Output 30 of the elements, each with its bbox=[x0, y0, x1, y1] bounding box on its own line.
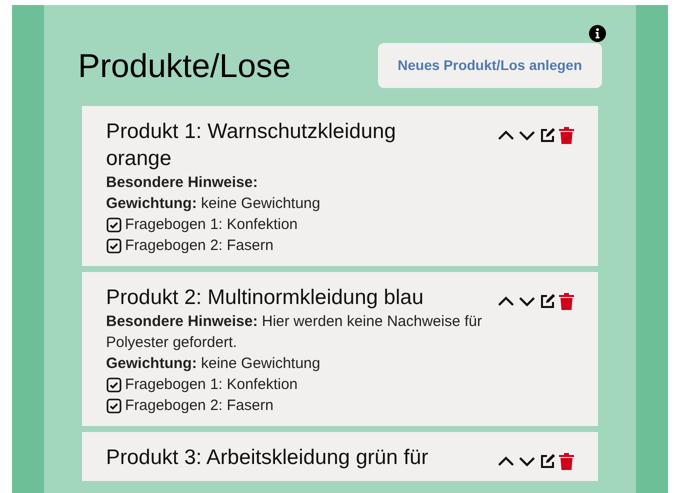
new-product-button[interactable]: Neues Produkt/Los anlegen bbox=[378, 43, 602, 88]
checkbox[interactable] bbox=[106, 216, 122, 232]
chevron-up-icon[interactable] bbox=[497, 128, 515, 142]
checkbox[interactable] bbox=[106, 398, 122, 414]
notes-text: Besondere Hinweise: bbox=[106, 173, 259, 193]
edit-icon[interactable] bbox=[539, 126, 556, 144]
weighting-text: Gewichtung: keine Gewichtung bbox=[106, 354, 322, 374]
questionnaire-label: Fragebogen 1: Konfektion bbox=[125, 375, 298, 395]
info-icon[interactable] bbox=[589, 25, 606, 42]
product-title: Produkt 1: Warnschutzkleidung orange bbox=[106, 119, 397, 172]
chevron-down-icon[interactable] bbox=[518, 294, 536, 308]
checkbox[interactable] bbox=[106, 376, 122, 392]
product-title: Produkt 2: Multinormkleidung blau bbox=[106, 285, 424, 311]
product-title: Produkt 3: Arbeitskleidung grün für bbox=[106, 445, 428, 471]
questionnaire-label: Fragebogen 1: Konfektion bbox=[125, 215, 298, 235]
chevron-down-icon[interactable] bbox=[518, 454, 536, 468]
trash-icon[interactable] bbox=[559, 292, 574, 310]
weighting-text: Gewichtung: keine Gewichtung bbox=[106, 194, 322, 214]
trash-icon[interactable] bbox=[559, 452, 574, 470]
notes-text: Besondere Hinweise: Hier werden keine Nachweise für Polyester gefordert. bbox=[106, 312, 483, 353]
chevron-up-icon[interactable] bbox=[497, 454, 515, 468]
trash-icon[interactable] bbox=[559, 126, 574, 144]
edit-icon[interactable] bbox=[539, 452, 556, 470]
chevron-up-icon[interactable] bbox=[497, 294, 515, 308]
questionnaire-label: Fragebogen 2: Fasern bbox=[125, 236, 274, 256]
chevron-down-icon[interactable] bbox=[518, 128, 536, 142]
checkbox[interactable] bbox=[106, 238, 122, 254]
edit-icon[interactable] bbox=[539, 292, 556, 310]
questionnaire-label: Fragebogen 2: Fasern bbox=[125, 396, 274, 416]
page-title: Produkte/Lose bbox=[78, 49, 291, 82]
